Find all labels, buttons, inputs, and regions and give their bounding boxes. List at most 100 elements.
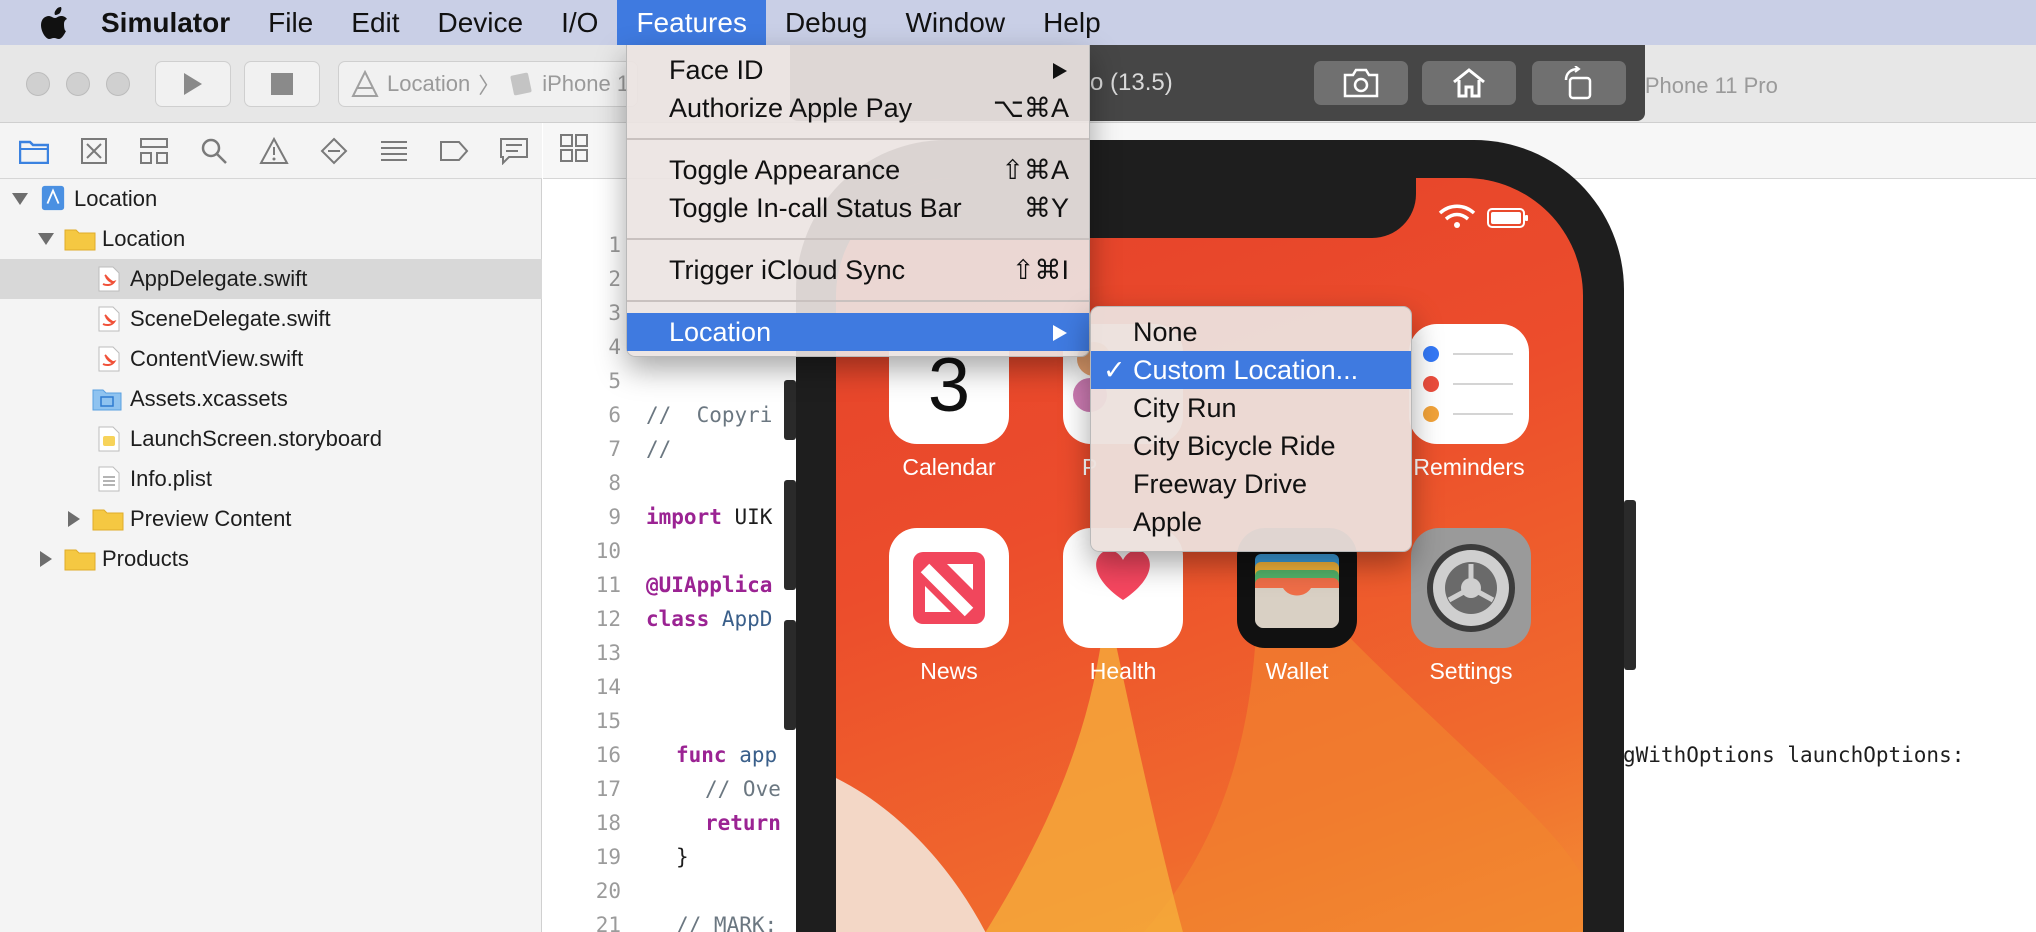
search-icon[interactable] [194,131,234,171]
menu-app-name[interactable]: Simulator [82,0,249,45]
code-line: // MARK: [676,913,778,932]
menu-item-trigger-icloud-sync[interactable]: Trigger iCloud Sync ⇧⌘I [627,251,1089,289]
app-reminders[interactable]: Reminders [1408,324,1530,481]
menu-help[interactable]: Help [1024,0,1120,45]
disclosure-open-icon[interactable] [12,193,28,205]
line-number: 15 [595,709,621,733]
menu-io[interactable]: I/O [542,0,617,45]
related-items-icon[interactable] [559,133,589,168]
disclosure-open-icon[interactable] [38,233,54,245]
file-name: LaunchScreen.storyboard [130,426,382,451]
menu-features[interactable]: Features [617,0,766,45]
code-line: // [646,437,672,461]
menu-item-shortcut: ⇧⌘I [1011,255,1069,285]
home-icon [1453,68,1485,98]
file-row-contentview[interactable]: ContentView.swift [0,339,542,379]
zoom-window-button[interactable] [106,72,130,96]
file-name: ContentView.swift [130,346,304,371]
swift-file-icon [98,346,120,372]
menu-item-face-id[interactable]: Face ID [627,51,1089,89]
file-row-infoplist[interactable]: Info.plist [0,459,542,499]
stop-button[interactable] [244,61,320,107]
app-target-icon [351,70,379,97]
navigator-selector-bar [0,123,542,179]
folder-icon [64,549,96,571]
warning-icon[interactable] [254,131,294,171]
menu-window[interactable]: Window [886,0,1024,45]
volume-up-button[interactable] [784,480,796,590]
line-number: 8 [608,471,621,495]
code-text: UIK [721,505,773,529]
rotate-button[interactable] [1532,61,1626,105]
device-icon [510,72,532,96]
report-navigator-icon[interactable] [494,131,534,171]
mute-switch[interactable] [784,380,796,440]
line-number: 9 [608,505,621,529]
minimize-window-button[interactable] [66,72,90,96]
menu-item-label: Toggle In-call Status Bar [669,193,962,223]
symbol-navigator-icon[interactable] [134,131,174,171]
file-row-scenedelegate[interactable]: SceneDelegate.swift [0,299,542,339]
tree-row-group[interactable]: Location [0,219,542,259]
menu-item-shortcut: ⇧⌘A [1001,155,1069,185]
location-option-city-bicycle-ride[interactable]: City Bicycle Ride [1091,427,1411,465]
scheme-project-label: Location [387,71,471,96]
line-number: 20 [595,879,621,903]
menu-file[interactable]: File [249,0,332,45]
scheme-selector[interactable]: Location 〉 iPhone 1 [338,61,638,107]
disclosure-closed-icon[interactable] [40,551,52,567]
menu-device[interactable]: Device [419,0,543,45]
menu-debug[interactable]: Debug [766,0,887,45]
project-navigator: Location Location AppDelegate.swift Scen… [0,179,542,932]
line-number: 4 [608,335,621,359]
tree-row-preview-content[interactable]: Preview Content [0,499,542,539]
group-name: Products [102,546,189,571]
storyboard-file-icon [98,426,120,452]
breakpoint-navigator-icon[interactable] [434,131,474,171]
code-text: app [726,743,778,767]
folder-icon[interactable] [14,131,54,171]
menu-bar: Simulator File Edit Device I/O Features … [0,0,2036,45]
line-number: 16 [595,743,621,767]
code-line: class AppD [646,607,772,631]
close-window-button[interactable] [26,72,50,96]
home-button[interactable] [1422,61,1516,105]
run-button[interactable] [155,61,231,107]
menu-item-toggle-in-call-status-bar[interactable]: Toggle In-call Status Bar ⌘Y [627,189,1089,227]
group-name: Location [102,226,186,251]
location-option-city-run[interactable]: City Run [1091,389,1411,427]
menu-item-toggle-appearance[interactable]: Toggle Appearance ⇧⌘A [627,151,1089,189]
location-submenu: None ✓ Custom Location... City Run City … [1090,306,1412,552]
tree-row-products[interactable]: Products [0,539,542,579]
screenshot-button[interactable] [1314,61,1408,105]
location-option-apple[interactable]: Apple [1091,503,1411,541]
location-option-none[interactable]: None [1091,313,1411,351]
menu-item-authorize-apple-pay[interactable]: Authorize Apple Pay ⌥⌘A [627,89,1089,127]
activity-device-label: iPhone 11 Pro [1640,73,1778,98]
app-label: Settings [1429,658,1513,684]
location-option-freeway-drive[interactable]: Freeway Drive [1091,465,1411,503]
volume-down-button[interactable] [784,620,796,730]
file-row-assets[interactable]: Assets.xcassets [0,379,542,419]
file-row-appdelegate[interactable]: AppDelegate.swift [0,259,542,299]
menu-separator [627,300,1089,302]
project-name: Location [74,186,158,211]
file-name: Info.plist [130,466,212,491]
file-row-launchscreen[interactable]: LaunchScreen.storyboard [0,419,542,459]
location-option-custom[interactable]: ✓ Custom Location... [1091,351,1411,389]
menu-item-location[interactable]: Location [627,313,1089,351]
line-number: 10 [595,539,621,563]
menu-edit[interactable]: Edit [332,0,418,45]
app-settings[interactable]: Settings [1410,528,1532,685]
app-news[interactable]: News [888,528,1010,685]
side-button[interactable] [1624,500,1636,670]
source-control-icon[interactable] [74,131,114,171]
debug-navigator-icon[interactable] [374,131,414,171]
tree-row-project[interactable]: Location [0,179,542,219]
apple-menu-icon[interactable] [28,0,82,45]
line-number: 11 [595,573,621,597]
test-navigator-icon[interactable] [314,131,354,171]
line-number: 12 [595,607,621,631]
news-icon [889,528,1009,648]
disclosure-closed-icon[interactable] [68,511,80,527]
